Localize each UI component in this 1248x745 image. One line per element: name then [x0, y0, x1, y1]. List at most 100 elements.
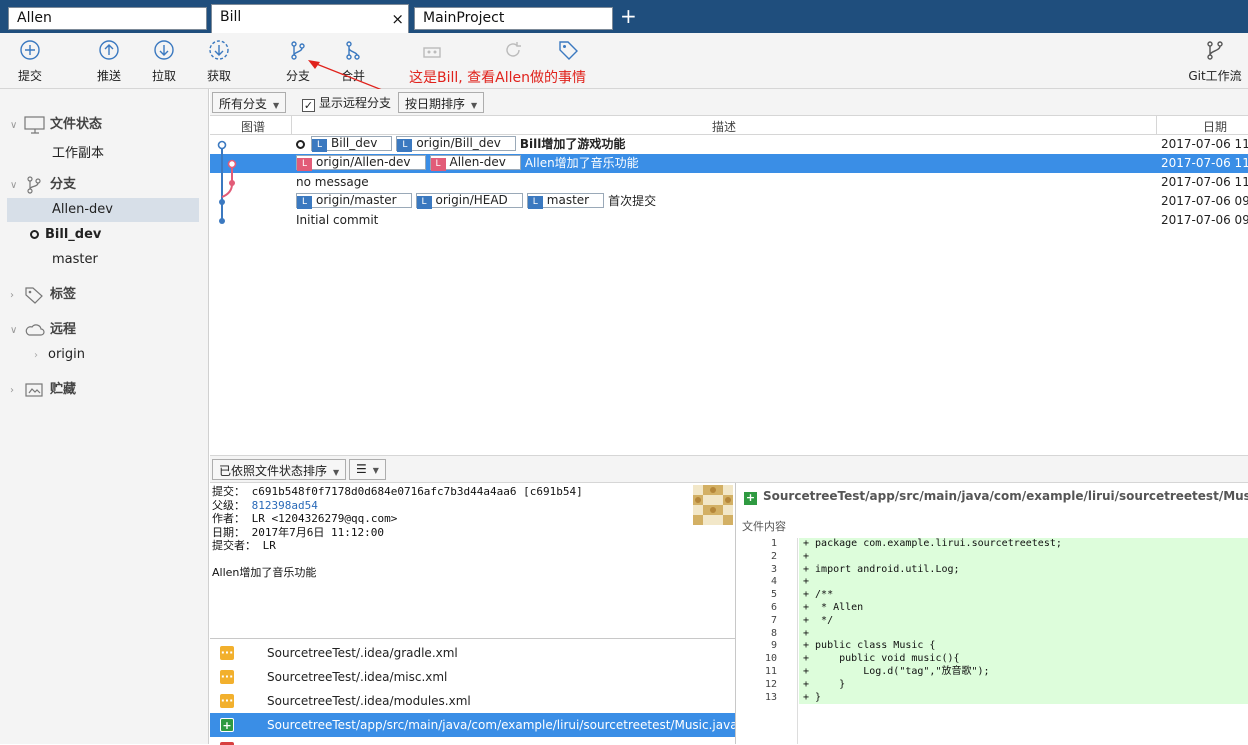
branch-ref[interactable]: ᒪ master — [526, 193, 605, 209]
tab-bill[interactable]: Bill × — [211, 4, 409, 33]
commit-description: no message — [296, 173, 369, 192]
commit-date: 2017-07-06 11: — [1161, 156, 1248, 170]
tab-allen[interactable]: Allen — [8, 7, 207, 30]
tab-label: Allen — [17, 10, 52, 26]
column-divider[interactable] — [1156, 116, 1157, 135]
chevron-right-icon[interactable]: › — [10, 290, 24, 301]
sort-dropdown[interactable]: 按日期排序 ▼ — [398, 92, 485, 113]
sidebar-item-working-copy[interactable]: 工作副本 — [52, 142, 104, 161]
code-line: + Log.d("tag","放音歌"); — [803, 665, 990, 677]
chevron-right-icon[interactable]: › — [10, 385, 24, 396]
branch-icon: ᒪ — [297, 158, 312, 171]
fetch-label: 获取 — [206, 69, 231, 83]
column-graph[interactable]: 图谱 — [241, 118, 265, 135]
tag-icon — [559, 41, 578, 60]
branch-ref[interactable]: ᒪ Allen-dev — [429, 155, 521, 171]
view-mode-dropdown[interactable]: ☰ ▼ — [349, 459, 386, 480]
file-row[interactable]: ··· SourcetreeTest/.idea/misc.xml — [210, 665, 735, 689]
file-name: SourcetreeTest/.idea/misc.xml — [267, 670, 448, 684]
diff-icon — [423, 47, 441, 58]
line-number: 11 — [764, 665, 777, 677]
commit-row[interactable]: ᒪ Bill_dev ᒪ origin/Bill_dev Bill增加了游戏功能 201… — [210, 135, 1248, 154]
file-row[interactable]: ··· SourcetreeTest/.idea/modules.xml — [210, 689, 735, 713]
fetch-button[interactable]: 获取 — [189, 39, 249, 84]
ref-label: master — [546, 193, 590, 207]
gitflow-button[interactable]: Git工作流 — [1183, 39, 1247, 84]
sidebar-heading-label: 贮藏 — [50, 382, 77, 397]
ref-label: origin/HEAD — [435, 193, 508, 207]
column-description[interactable]: 描述 — [712, 118, 736, 135]
tab-bar: Allen Bill × MainProject + — [0, 0, 1248, 33]
toolbar: 提交 推送 拉取 获取 分支 合并 Git工作流 这是Bill, 查看Allen… — [0, 33, 1248, 102]
sidebar-branches[interactable]: ∨ 分支 — [10, 173, 76, 194]
cloud-icon — [25, 323, 45, 336]
add-tab-button[interactable]: + — [620, 5, 637, 27]
branch-icon: ᒪ — [416, 196, 432, 209]
parent-link[interactable]: 812398ad54 — [252, 499, 318, 512]
sidebar-file-status[interactable]: ∨ 文件状态 — [10, 113, 102, 134]
detail-parent: 父级： 812398ad54 — [212, 499, 733, 513]
detail-value: 2017年7月6日 11:12:00 — [251, 525, 384, 539]
branch-ref[interactable]: ᒪ origin/HEAD — [415, 193, 523, 209]
branch-ref[interactable]: ᒪ origin/Allen-dev — [296, 155, 426, 171]
chevron-down-icon[interactable]: ∨ — [10, 325, 24, 336]
commit-description: ᒪ Bill_dev ᒪ origin/Bill_dev Bill增加了游戏功能 — [296, 135, 625, 154]
file-sort-dropdown[interactable]: 已依照文件状态排序 ▼ — [212, 459, 347, 480]
code-view[interactable]: + package com.example.lirui.sourcetreete… — [799, 538, 1248, 704]
sidebar-tags[interactable]: › 标签 — [10, 283, 76, 304]
checkbox-label: 显示远程分支 — [319, 96, 392, 110]
branch-ref[interactable]: ᒪ Bill_dev — [311, 136, 393, 152]
detail-label: 提交： — [212, 485, 245, 498]
file-row[interactable]: ··· SourcetreeTest/.idea/gradle.xml — [210, 641, 735, 665]
chevron-down-icon: ▼ — [372, 466, 379, 475]
tab-label: MainProject — [423, 10, 505, 26]
chevron-down-icon[interactable]: ∨ — [10, 180, 24, 191]
line-number: 4 — [770, 576, 777, 588]
commit-row[interactable]: no message 2017-07-06 11: — [210, 173, 1248, 192]
close-icon[interactable]: × — [391, 10, 404, 28]
column-date[interactable]: 日期 — [1203, 118, 1227, 135]
commit-row[interactable]: ᒪ origin/master ᒪ origin/HEAD ᒪ master 首次提交 20… — [210, 192, 1248, 211]
detail-value: LR <1204326279@qq.com> — [251, 512, 398, 525]
commit-description: ᒪ origin/Allen-dev ᒪ Allen-dev Allen增加了音乐功能 — [296, 154, 639, 173]
branch-ref[interactable]: ᒪ origin/master — [296, 193, 412, 209]
show-remote-checkbox[interactable]: ✓ 显示远程分支 — [302, 94, 391, 112]
file-row[interactable]: + SourcetreeTest/app/src/main/java/com/ex… — [210, 713, 738, 737]
chevron-down-icon[interactable]: ∨ — [10, 120, 24, 131]
ref-label: origin/master — [316, 193, 397, 207]
checkbox-checked-icon[interactable]: ✓ — [302, 99, 315, 112]
push-button[interactable]: 推送 — [79, 39, 139, 84]
code-line: + import android.util.Log; — [803, 563, 960, 575]
column-divider[interactable] — [291, 116, 292, 135]
line-number: 3 — [770, 563, 777, 575]
sidebar-item-allen-dev[interactable]: Allen-dev — [7, 198, 199, 222]
sidebar-stashes[interactable]: › 贮藏 — [10, 378, 76, 399]
sidebar-item-master[interactable]: master — [52, 252, 98, 267]
code-line: + package com.example.lirui.sourcetreete… — [803, 538, 1062, 549]
sidebar-item-bill-dev[interactable]: Bill_dev — [30, 227, 101, 242]
branch-ref[interactable]: ᒪ origin/Bill_dev — [396, 136, 516, 152]
sidebar-remotes[interactable]: ∨ 远程 — [10, 318, 76, 339]
tab-label: Bill — [220, 9, 242, 25]
branch-icon — [27, 175, 41, 194]
pull-icon — [154, 40, 174, 60]
sidebar-item-origin[interactable]: › origin — [34, 347, 85, 362]
discard-button[interactable] — [483, 39, 543, 67]
branch-label: Bill_dev — [45, 227, 102, 242]
file-name: SourcetreeTest/app/src/main/java/com/exa… — [267, 718, 738, 732]
ref-label: Allen-dev — [449, 155, 506, 169]
filter-bar: 所有分支 ▼ ✓ 显示远程分支 按日期排序 ▼ — [210, 89, 1248, 116]
code-line: + /** — [803, 589, 834, 601]
pull-button[interactable]: 拉取 — [134, 39, 194, 84]
tag-button[interactable] — [538, 39, 598, 67]
chevron-right-icon[interactable]: › — [34, 350, 38, 361]
branch-filter-dropdown[interactable]: 所有分支 ▼ — [212, 92, 287, 113]
commit-row[interactable]: Initial commit 2017-07-06 09: — [210, 211, 1248, 230]
commit-row[interactable]: ᒪ origin/Allen-dev ᒪ Allen-dev Allen增加了音乐功能 … — [210, 154, 1248, 173]
pull-label: 拉取 — [151, 69, 176, 83]
tab-mainproject[interactable]: MainProject — [414, 7, 613, 30]
commit-list-header: 图谱 描述 日期 — [210, 116, 1248, 135]
commit-button[interactable]: 提交 — [0, 39, 60, 84]
detail-label: 父级： — [212, 498, 245, 512]
gitflow-icon — [1207, 41, 1223, 60]
